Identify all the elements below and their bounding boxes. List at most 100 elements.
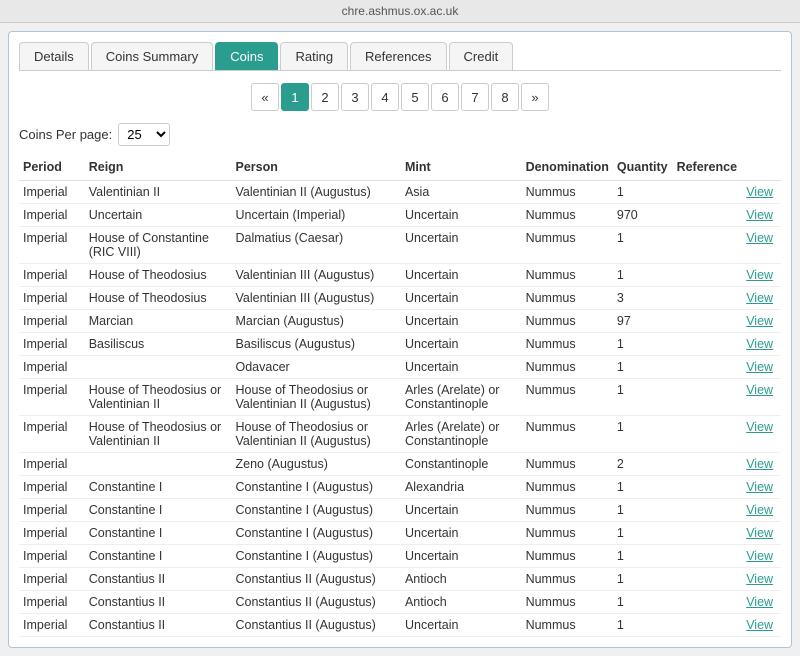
per-page-select[interactable]: 102550100 bbox=[118, 123, 170, 146]
table-row: ImperialValentinian IIValentinian II (Au… bbox=[19, 181, 781, 204]
cell-mint: Uncertain bbox=[401, 614, 522, 637]
view-link[interactable]: View bbox=[746, 231, 773, 245]
tab-references[interactable]: References bbox=[350, 42, 446, 70]
cell-quantity: 1 bbox=[613, 333, 673, 356]
tab-coins-summary[interactable]: Coins Summary bbox=[91, 42, 213, 70]
cell-quantity: 1 bbox=[613, 545, 673, 568]
cell-view[interactable]: View bbox=[742, 287, 781, 310]
cell-view[interactable]: View bbox=[742, 379, 781, 416]
cell-period: Imperial bbox=[19, 545, 85, 568]
page-btn-3[interactable]: 3 bbox=[341, 83, 369, 111]
cell-mint: Uncertain bbox=[401, 499, 522, 522]
cell-mint: Uncertain bbox=[401, 545, 522, 568]
cell-person: Dalmatius (Caesar) bbox=[232, 227, 401, 264]
page-btn-7[interactable]: 7 bbox=[461, 83, 489, 111]
cell-period: Imperial bbox=[19, 416, 85, 453]
cell-view[interactable]: View bbox=[742, 204, 781, 227]
per-page-row: Coins Per page: 102550100 bbox=[19, 123, 781, 146]
cell-quantity: 1 bbox=[613, 181, 673, 204]
view-link[interactable]: View bbox=[746, 314, 773, 328]
cell-reign: Constantius II bbox=[85, 591, 232, 614]
table-row: ImperialBasiliscusBasiliscus (Augustus)U… bbox=[19, 333, 781, 356]
cell-period: Imperial bbox=[19, 476, 85, 499]
cell-person: Constantine I (Augustus) bbox=[232, 499, 401, 522]
cell-view[interactable]: View bbox=[742, 310, 781, 333]
page-btn-8[interactable]: 8 bbox=[491, 83, 519, 111]
cell-mint: Uncertain bbox=[401, 264, 522, 287]
cell-view[interactable]: View bbox=[742, 416, 781, 453]
cell-view[interactable]: View bbox=[742, 181, 781, 204]
cell-view[interactable]: View bbox=[742, 499, 781, 522]
tab-coins[interactable]: Coins bbox=[215, 42, 278, 70]
page-btn-4[interactable]: 4 bbox=[371, 83, 399, 111]
page-btn-»[interactable]: » bbox=[521, 83, 549, 111]
cell-view[interactable]: View bbox=[742, 522, 781, 545]
view-link[interactable]: View bbox=[746, 549, 773, 563]
cell-denomination: Nummus bbox=[522, 416, 613, 453]
cell-reference bbox=[673, 545, 743, 568]
view-link[interactable]: View bbox=[746, 291, 773, 305]
cell-view[interactable]: View bbox=[742, 568, 781, 591]
cell-view[interactable]: View bbox=[742, 453, 781, 476]
view-link[interactable]: View bbox=[746, 457, 773, 471]
view-link[interactable]: View bbox=[746, 480, 773, 494]
cell-view[interactable]: View bbox=[742, 227, 781, 264]
view-link[interactable]: View bbox=[746, 420, 773, 434]
view-link[interactable]: View bbox=[746, 383, 773, 397]
page-btn-2[interactable]: 2 bbox=[311, 83, 339, 111]
table-row: ImperialConstantius IIConstantius II (Au… bbox=[19, 568, 781, 591]
cell-view[interactable]: View bbox=[742, 545, 781, 568]
table-row: ImperialHouse of Constantine (RIC VIII)D… bbox=[19, 227, 781, 264]
cell-mint: Uncertain bbox=[401, 522, 522, 545]
per-page-label: Coins Per page: bbox=[19, 127, 112, 142]
view-link[interactable]: View bbox=[746, 268, 773, 282]
cell-reign: House of Theodosius or Valentinian II bbox=[85, 379, 232, 416]
view-link[interactable]: View bbox=[746, 337, 773, 351]
page-btn-5[interactable]: 5 bbox=[401, 83, 429, 111]
col-header-denomination: Denomination bbox=[522, 154, 613, 181]
cell-period: Imperial bbox=[19, 227, 85, 264]
table-row: ImperialHouse of Theodosius or Valentini… bbox=[19, 379, 781, 416]
view-link[interactable]: View bbox=[746, 618, 773, 632]
coins-table: PeriodReignPersonMintDenominationQuantit… bbox=[19, 154, 781, 637]
cell-view[interactable]: View bbox=[742, 356, 781, 379]
cell-view[interactable]: View bbox=[742, 264, 781, 287]
cell-reference bbox=[673, 522, 743, 545]
table-row: ImperialConstantine IConstantine I (Augu… bbox=[19, 499, 781, 522]
table-header-row: PeriodReignPersonMintDenominationQuantit… bbox=[19, 154, 781, 181]
cell-period: Imperial bbox=[19, 379, 85, 416]
view-link[interactable]: View bbox=[746, 526, 773, 540]
cell-mint: Uncertain bbox=[401, 204, 522, 227]
page-btn-1[interactable]: 1 bbox=[281, 83, 309, 111]
view-link[interactable]: View bbox=[746, 208, 773, 222]
table-row: ImperialHouse of TheodosiusValentinian I… bbox=[19, 287, 781, 310]
cell-reign: Constantius II bbox=[85, 568, 232, 591]
tab-details[interactable]: Details bbox=[19, 42, 89, 70]
page-btn-«[interactable]: « bbox=[251, 83, 279, 111]
view-link[interactable]: View bbox=[746, 185, 773, 199]
col-header-reign: Reign bbox=[85, 154, 232, 181]
cell-person: Zeno (Augustus) bbox=[232, 453, 401, 476]
view-link[interactable]: View bbox=[746, 503, 773, 517]
cell-mint: Asia bbox=[401, 181, 522, 204]
cell-view[interactable]: View bbox=[742, 333, 781, 356]
cell-period: Imperial bbox=[19, 181, 85, 204]
cell-reference bbox=[673, 287, 743, 310]
cell-person: Odavacer bbox=[232, 356, 401, 379]
cell-view[interactable]: View bbox=[742, 476, 781, 499]
table-row: ImperialConstantine IConstantine I (Augu… bbox=[19, 522, 781, 545]
cell-reference bbox=[673, 204, 743, 227]
page-btn-6[interactable]: 6 bbox=[431, 83, 459, 111]
view-link[interactable]: View bbox=[746, 595, 773, 609]
cell-view[interactable]: View bbox=[742, 614, 781, 637]
tab-rating[interactable]: Rating bbox=[280, 42, 348, 70]
view-link[interactable]: View bbox=[746, 360, 773, 374]
cell-quantity: 1 bbox=[613, 568, 673, 591]
cell-view[interactable]: View bbox=[742, 591, 781, 614]
tab-credit[interactable]: Credit bbox=[449, 42, 514, 70]
cell-denomination: Nummus bbox=[522, 181, 613, 204]
cell-denomination: Nummus bbox=[522, 204, 613, 227]
cell-period: Imperial bbox=[19, 499, 85, 522]
browser-bar: chre.ashmus.ox.ac.uk bbox=[0, 0, 800, 23]
cell-denomination: Nummus bbox=[522, 453, 613, 476]
